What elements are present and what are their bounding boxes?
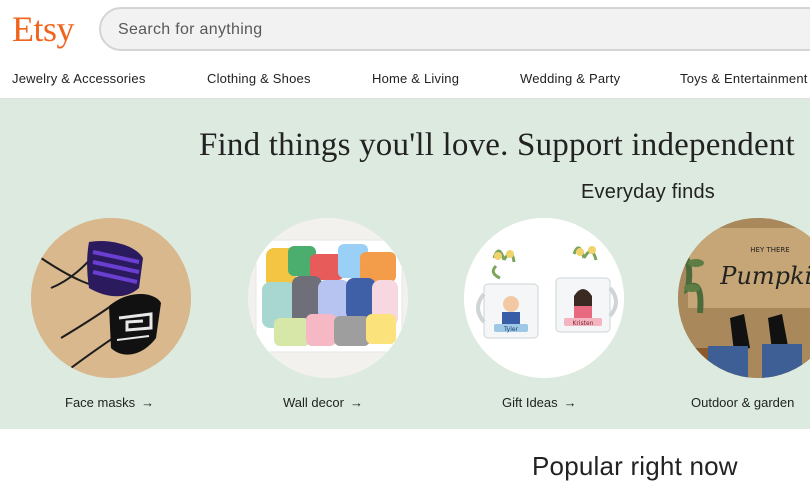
category-label: Gift Ideas: [502, 395, 558, 410]
arrow-right-icon: →: [141, 395, 155, 410]
hero-tagline: Find things you'll love. Support indepen…: [199, 127, 795, 163]
doormat-small-text: HEY THERE: [750, 246, 789, 254]
doormat-large-text: Pumpkin: [719, 262, 810, 290]
search-input[interactable]: Search for anything: [99, 7, 810, 51]
wall-decor-illustration: [248, 218, 408, 378]
mug-name-tyler: Tyler: [503, 326, 519, 333]
gift-ideas-illustration: Tyler Kristen: [464, 218, 624, 378]
etsy-logo[interactable]: Etsy: [12, 8, 75, 50]
nav-item-jewelry[interactable]: Jewelry & Accessories: [12, 71, 146, 86]
nav-item-home[interactable]: Home & Living: [372, 71, 459, 86]
gift-ideas-image[interactable]: Tyler Kristen: [464, 218, 624, 378]
category-gift-ideas[interactable]: Gift Ideas →: [502, 395, 577, 410]
category-face-masks[interactable]: Face masks →: [65, 395, 154, 410]
mug-name-kristen: Kristen: [572, 320, 593, 327]
face-masks-illustration: [31, 218, 191, 378]
popular-right-now-title: Popular right now: [532, 451, 738, 481]
category-label: Outdoor & garden: [691, 395, 795, 410]
category-nav: Jewelry & Accessories Clothing & Shoes H…: [0, 62, 810, 99]
arrow-right-icon: →: [349, 395, 363, 410]
category-wall-decor[interactable]: Wall decor →: [283, 395, 363, 410]
category-outdoor-garden[interactable]: Outdoor & garden: [691, 395, 794, 410]
wall-decor-image[interactable]: [248, 218, 408, 378]
category-label: Face masks: [65, 395, 136, 410]
face-masks-image[interactable]: [31, 218, 191, 378]
site-header: Etsy Search for anything: [0, 0, 810, 62]
category-label: Wall decor: [283, 395, 344, 410]
nav-item-toys[interactable]: Toys & Entertainment: [680, 71, 808, 86]
outdoor-garden-image[interactable]: HEY THERE Pumpkin: [678, 218, 810, 378]
search-placeholder: Search for anything: [118, 21, 263, 38]
nav-item-wedding[interactable]: Wedding & Party: [520, 71, 620, 86]
nav-item-clothing[interactable]: Clothing & Shoes: [207, 71, 311, 86]
hero-banner: Find things you'll love. Support indepen…: [0, 99, 810, 429]
arrow-right-icon: →: [563, 395, 577, 410]
everyday-finds-title: Everyday finds: [581, 181, 715, 203]
outdoor-garden-illustration: HEY THERE Pumpkin: [678, 218, 810, 378]
